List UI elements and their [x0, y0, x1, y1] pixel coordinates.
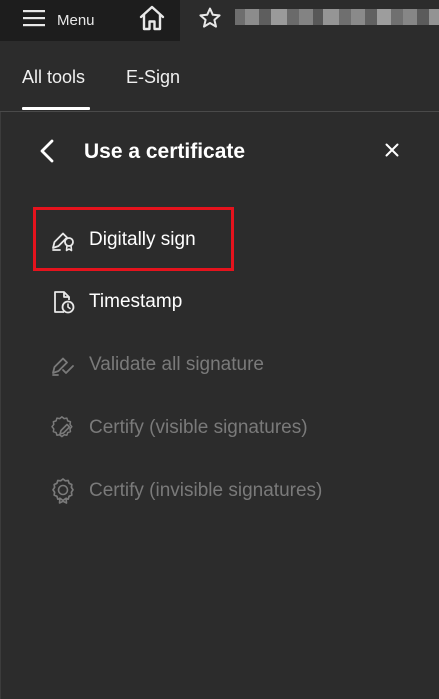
tab-all-tools[interactable]: All tools: [22, 67, 85, 88]
tab-e-sign[interactable]: E-Sign: [126, 67, 180, 88]
tool-label: Certify (invisible signatures): [89, 480, 323, 501]
tool-label: Certify (visible signatures): [89, 417, 308, 438]
tool-label: Timestamp: [89, 291, 183, 312]
back-button[interactable]: [32, 138, 62, 168]
tool-certify-invisible[interactable]: Certify (invisible signatures): [50, 473, 322, 509]
chevron-left-icon: [39, 138, 55, 169]
menu-button[interactable]: Menu: [0, 0, 123, 41]
tool-label: Validate all signature: [89, 354, 264, 375]
tool-certify-visible[interactable]: Certify (visible signatures): [50, 410, 308, 446]
hamburger-icon: [23, 9, 45, 32]
certificate-panel: Use a certificate Digitally sign Timesta…: [0, 112, 439, 699]
home-button[interactable]: [123, 0, 180, 41]
top-bar: Menu: [0, 0, 439, 41]
panel-divider: [0, 112, 1, 699]
active-tab-indicator: [22, 107, 90, 110]
obscured-document-name: [235, 9, 439, 25]
tool-tabs: All tools E-Sign: [0, 41, 439, 112]
favorite-button[interactable]: [197, 7, 223, 33]
close-icon: [385, 143, 399, 162]
home-icon: [138, 5, 166, 36]
timestamp-icon: [50, 289, 76, 315]
app-window: Menu All tools E-Sign Use a certificate …: [0, 0, 439, 699]
panel-title: Use a certificate: [84, 140, 246, 163]
certify-visible-icon: [50, 415, 76, 441]
highlight-annotation: [33, 207, 234, 271]
certify-invisible-icon: [50, 478, 76, 504]
document-tab[interactable]: [180, 0, 439, 41]
star-icon: [198, 6, 222, 35]
panel-header: Use a certificate: [0, 132, 439, 174]
tool-timestamp[interactable]: Timestamp: [50, 284, 182, 320]
tool-validate-all-signature[interactable]: Validate all signature: [50, 347, 264, 383]
menu-label: Menu: [57, 12, 95, 29]
close-button[interactable]: [380, 140, 404, 164]
validate-signature-icon: [50, 352, 76, 378]
